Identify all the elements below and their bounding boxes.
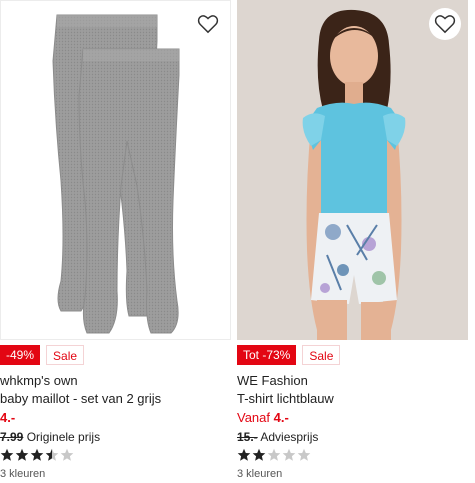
favorite-button[interactable] [192,8,224,40]
star-icon [297,448,311,461]
star-icon [252,448,266,461]
rating-stars [0,448,74,462]
original-price-value: 15.- [237,430,258,444]
star-icon [15,448,29,461]
sale-badge: Sale [46,345,85,365]
product-card[interactable]: -49% Sale whkmp's own baby maillot - set… [0,0,231,483]
product-image[interactable] [237,0,468,340]
star-icon [45,448,59,461]
star-icon [0,448,14,461]
product-price-value: 4.- [0,410,16,425]
original-price: 7.99 Originele prijs [0,430,100,444]
product-card[interactable]: Tot -73% Sale WE Fashion T-shirt lichtbl… [237,0,468,483]
original-price-label: Originele prijs [26,430,101,444]
heart-outline-icon [197,15,219,34]
heart-outline-icon [434,15,456,34]
price-prefix: Vanaf [237,410,271,425]
product-name[interactable]: baby maillot - set van 2 grijs [0,391,161,406]
badge-row: -49% Sale [0,345,85,365]
star-icon [267,448,281,461]
product-price: 4.- [0,410,15,425]
discount-badge: Tot -73% [237,345,297,365]
favorite-button[interactable] [429,8,461,40]
grey-tights-illustration [52,14,180,334]
product-image[interactable] [0,0,231,340]
star-icon [237,448,251,461]
product-name[interactable]: T-shirt lichtblauw [237,391,334,406]
girl-in-blue-top-illustration [302,9,406,340]
badge-row: Tot -73% Sale [237,345,341,365]
product-price: Vanaf 4.- [237,410,289,425]
original-price: 15.- Adviesprijs [237,430,318,444]
sale-badge: Sale [302,345,341,365]
original-price-label: Adviesprijs [260,430,319,444]
color-count[interactable]: 3 kleuren [0,468,45,480]
original-price-value: 7.99 [0,430,24,444]
product-price-value: 4.- [273,410,289,425]
product-brand[interactable]: whkmp's own [0,373,78,388]
discount-badge: -49% [0,345,41,365]
star-icon [30,448,44,461]
rating-stars [237,448,311,462]
star-icon [282,448,296,461]
color-count[interactable]: 3 kleuren [237,468,282,480]
star-icon [60,448,74,461]
product-brand[interactable]: WE Fashion [237,373,308,388]
